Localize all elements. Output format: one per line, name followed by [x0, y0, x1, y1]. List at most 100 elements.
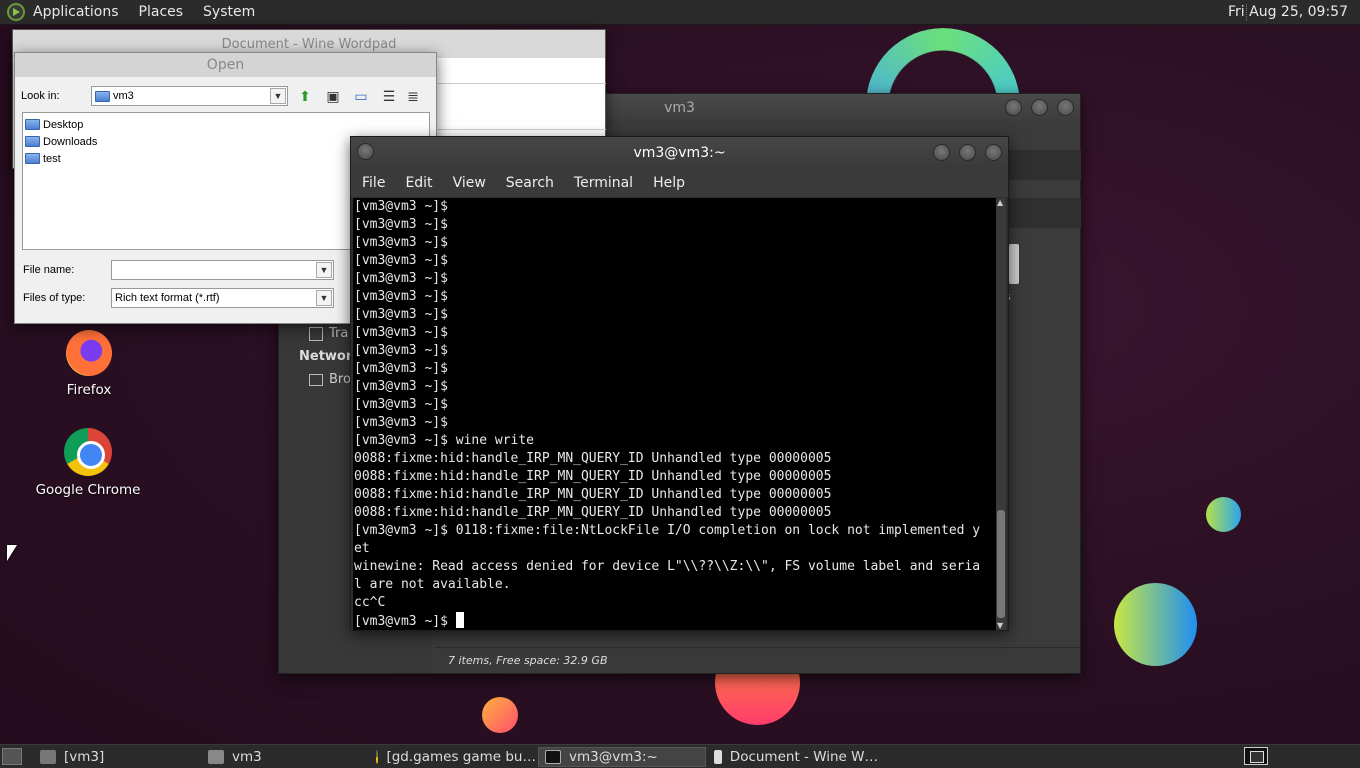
up-folder-icon[interactable]: ⬆ [294, 86, 316, 106]
chrome-icon [64, 428, 112, 476]
menu-terminal[interactable]: Terminal [574, 175, 633, 191]
terminal-line: [vm3@vm3 ~]$ [354, 307, 448, 322]
terminal-line: [vm3@vm3 ~]$ [354, 235, 448, 250]
terminal-line: [vm3@vm3 ~]$ wine write [354, 433, 535, 448]
status-bar: 7 items, Free space: 32.9 GB [435, 647, 1080, 673]
desktop-icon-google-chrome[interactable]: Google Chrome [28, 428, 148, 498]
file-name-label: File name: [23, 264, 75, 276]
terminal-line: 0088:fixme:hid:handle_IRP_MN_QUERY_ID Un… [354, 505, 832, 520]
show-desktop-button[interactable] [2, 748, 22, 765]
folder-icon [40, 750, 56, 764]
dialog-title[interactable]: Open [15, 53, 436, 77]
mouse-pointer-icon [7, 545, 17, 561]
scrollbar-thumb[interactable] [997, 510, 1005, 618]
terminal-window: vm3@vm3:~ File Edit View Search Terminal… [350, 136, 1009, 631]
menu-edit[interactable]: Edit [405, 175, 432, 191]
system-menu[interactable]: System [203, 4, 255, 20]
clock[interactable]: Fri Aug 25, 09:57 [1228, 4, 1348, 20]
folder-icon [25, 136, 40, 147]
workspace-switcher[interactable] [1244, 747, 1268, 765]
terminal-line: [vm3@vm3 ~]$ [354, 253, 448, 268]
scroll-up-icon[interactable]: ▲ [997, 198, 1003, 207]
decorative-ball [1114, 583, 1197, 666]
applications-menu[interactable]: Applications [33, 4, 119, 20]
terminal-prompt: [vm3@vm3 ~]$ [354, 614, 456, 629]
terminal-line: 0088:fixme:hid:handle_IRP_MN_QUERY_ID Un… [354, 487, 832, 502]
menu-help[interactable]: Help [653, 175, 685, 191]
file-type-select[interactable]: Rich text format (*.rtf) ▼ [111, 288, 334, 308]
terminal-line: et [354, 541, 370, 556]
terminal-prompt-line: [vm3@vm3 ~]$ [354, 612, 996, 630]
window-menu-button[interactable] [357, 143, 374, 160]
terminal-line: 0088:fixme:hid:handle_IRP_MN_QUERY_ID Un… [354, 451, 832, 466]
toolbar-area [1009, 150, 1081, 180]
new-folder-icon[interactable]: ▭ [350, 86, 372, 106]
scroll-down-icon[interactable]: ▼ [997, 621, 1003, 630]
distro-logo-icon[interactable] [7, 3, 25, 21]
wordpad-format-bar [438, 108, 606, 130]
look-in-combo[interactable]: vm3 ▼ [91, 86, 288, 106]
terminal-line: [vm3@vm3 ~]$ [354, 343, 448, 358]
network-icon [309, 373, 323, 386]
taskbar-item[interactable]: Document - Wine W… [708, 747, 878, 767]
chevron-down-icon[interactable]: ▼ [270, 88, 286, 104]
folder-icon [25, 153, 40, 164]
sidebar-item-browse-network[interactable]: Bro [309, 372, 351, 387]
file-name-field[interactable]: ▼ [111, 260, 334, 280]
chevron-down-icon[interactable]: ▼ [316, 262, 332, 278]
maximize-button[interactable] [1031, 99, 1048, 116]
terminal-line: [vm3@vm3 ~]$ [354, 397, 448, 412]
desktop-icon-label: Google Chrome [35, 482, 141, 498]
desktop-shortcut-icon[interactable]: ▣ [322, 86, 344, 106]
desktop-icon-label: Firefox [66, 382, 112, 398]
window-title: vm3@vm3:~ [633, 145, 726, 161]
terminal-scrollbar[interactable]: ▲ ▼ [996, 198, 1006, 630]
minimize-button[interactable] [933, 144, 950, 161]
trash-icon [309, 326, 323, 341]
taskbar-item[interactable]: [vm3] [34, 747, 194, 767]
folder-icon [95, 90, 110, 102]
file-icon-edge [1009, 244, 1019, 284]
terminal-line: [vm3@vm3 ~]$ [354, 289, 448, 304]
close-button[interactable] [985, 144, 1002, 161]
menu-search[interactable]: Search [506, 175, 554, 191]
list-view-icon[interactable]: ☰ [378, 86, 400, 106]
location-bar-area [1009, 198, 1081, 228]
details-view-icon[interactable]: ≣ [402, 86, 424, 106]
terminal-output[interactable]: [vm3@vm3 ~]$ [vm3@vm3 ~]$ [vm3@vm3 ~]$ [… [353, 198, 996, 630]
chrome-icon [376, 750, 379, 764]
taskbar-item[interactable]: [gd.games game bu… [370, 747, 536, 767]
taskbar-item[interactable]: vm3 [202, 747, 362, 767]
terminal-line: [vm3@vm3 ~]$ [354, 361, 448, 376]
file-type-label: Files of type: [23, 292, 86, 304]
terminal-titlebar[interactable]: vm3@vm3:~ [351, 137, 1008, 169]
terminal-line: [vm3@vm3 ~]$ [354, 217, 448, 232]
list-item-desktop[interactable]: Desktop [25, 116, 427, 133]
places-menu[interactable]: Places [139, 4, 184, 20]
terminal-line: cc^C [354, 595, 386, 610]
decorative-ball [482, 697, 518, 733]
terminal-line: 0088:fixme:hid:handle_IRP_MN_QUERY_ID Un… [354, 469, 832, 484]
terminal-line: [vm3@vm3 ~]$ [354, 325, 448, 340]
terminal-menubar: File Edit View Search Terminal Help [351, 169, 1008, 197]
window-title: vm3 [664, 100, 695, 116]
minimize-button[interactable] [1005, 99, 1022, 116]
menu-file[interactable]: File [362, 175, 385, 191]
chevron-down-icon[interactable]: ▼ [316, 290, 332, 306]
terminal-line: [vm3@vm3 ~]$ 0118:fixme:file:NtLockFile … [354, 523, 981, 538]
terminal-icon [545, 750, 561, 764]
folder-icon [25, 119, 40, 130]
decorative-ball [1206, 497, 1241, 532]
wordpad-toolbar [438, 62, 606, 84]
window-title: Document - Wine Wordpad [221, 36, 397, 52]
desktop-icon-firefox[interactable]: Firefox [29, 330, 149, 398]
terminal-line: [vm3@vm3 ~]$ [354, 415, 448, 430]
sidebar-item-trash[interactable]: Tra [309, 326, 348, 341]
menu-view[interactable]: View [453, 175, 486, 191]
maximize-button[interactable] [959, 144, 976, 161]
firefox-icon [66, 330, 112, 376]
taskbar-item-active[interactable]: vm3@vm3:~ [538, 747, 706, 767]
bottom-panel: [vm3] vm3 [gd.games game bu… vm3@vm3:~ D… [0, 744, 1360, 768]
home-folder-icon [208, 750, 224, 764]
close-button[interactable] [1057, 99, 1074, 116]
